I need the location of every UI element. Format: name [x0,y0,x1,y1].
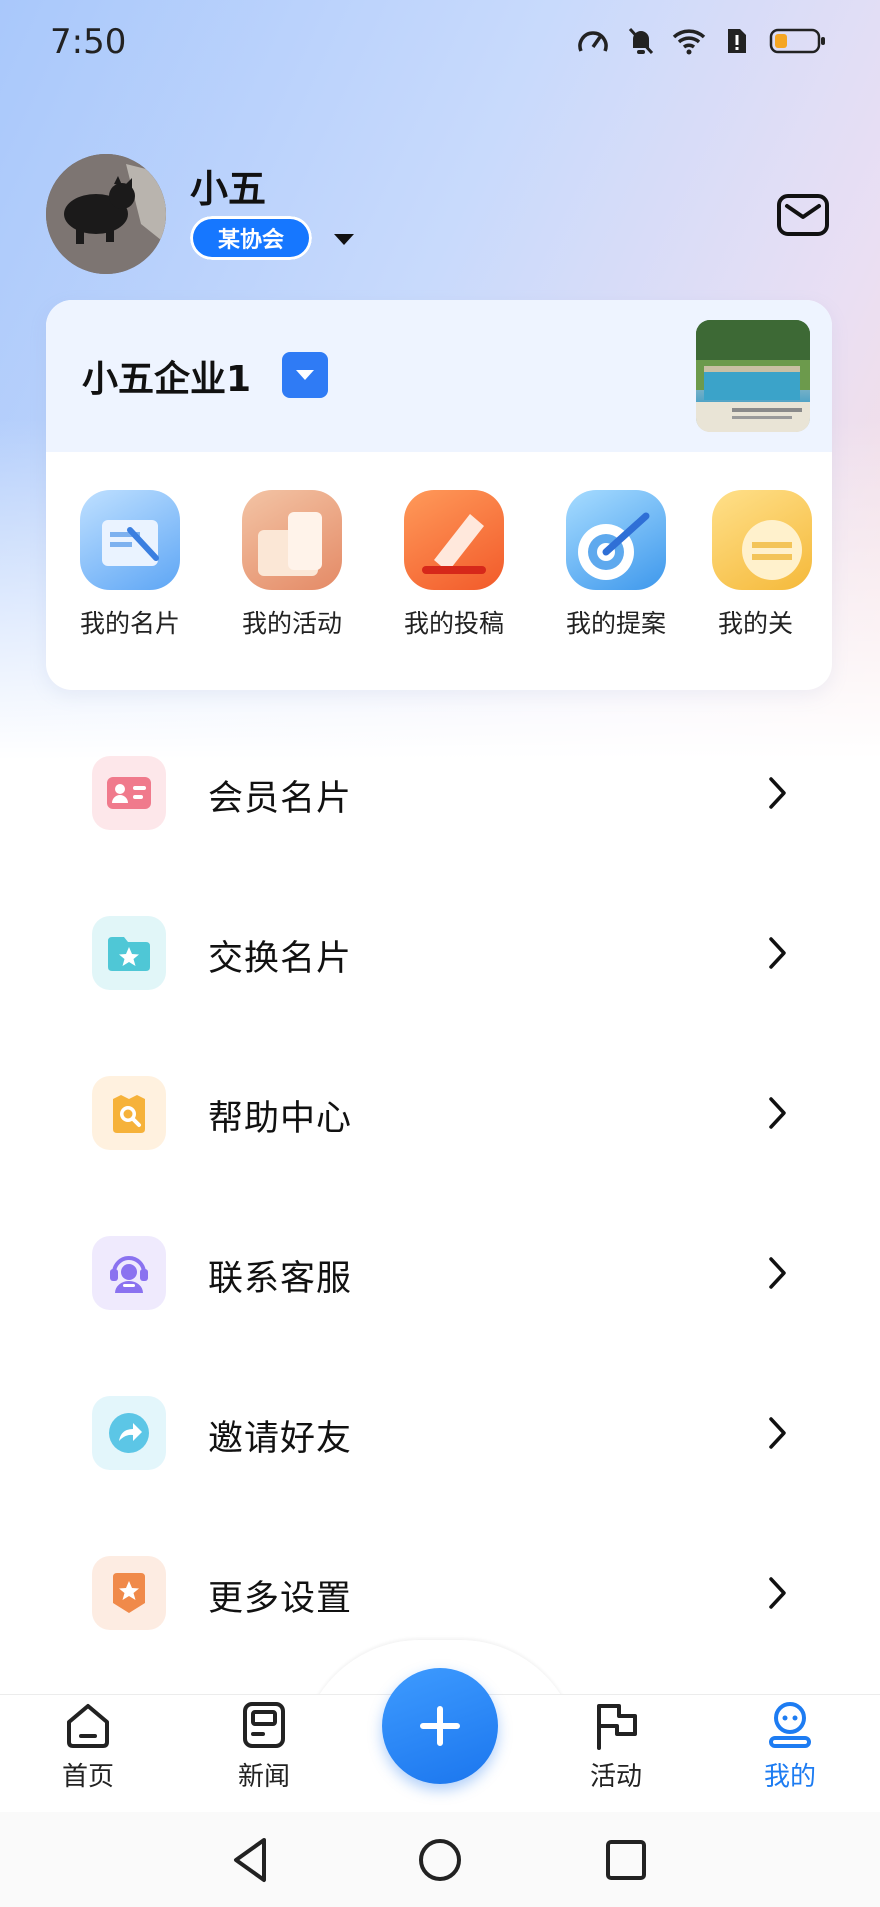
quick-my-submission[interactable]: 我的投稿 [384,490,524,640]
status-bar: 7:50 [0,0,880,86]
menu-label: 邀请好友 [208,1419,353,1459]
menu-exchange-card[interactable]: 交换名片 [0,898,880,1008]
chevron-right-icon [769,1417,786,1449]
home-icon [67,1704,109,1748]
tab-activity[interactable]: 活动 [556,1700,676,1793]
avatar-photo [46,154,166,274]
home-circle-icon[interactable] [412,1832,468,1888]
tab-news[interactable]: 新闻 [204,1700,324,1793]
chevron-right-icon [769,777,786,809]
wifi-icon [672,24,706,58]
chevron-right-icon [769,937,786,969]
quick-label: 我的提案 [565,609,666,638]
quick-my-card[interactable]: 我的名片 [60,490,200,640]
caret-down-icon[interactable] [334,234,354,245]
menu-invite-friends[interactable]: 邀请好友 [0,1378,880,1488]
menu-label: 更多设置 [208,1579,353,1619]
quick-my-activity[interactable]: 我的活动 [222,490,362,640]
quick-my-proposal[interactable]: 我的提案 [546,490,686,640]
quick-label: 我的投稿 [403,609,504,638]
system-nav-bar [0,1812,880,1907]
enterprise-card: 小五企业1 我的名片 我的活动 我的投稿 我的提案 我的关 [46,300,832,690]
customer-service-icon [92,1236,166,1310]
settings-badge-icon [92,1556,166,1630]
battery-icon [768,24,828,58]
enterprise-thumbnail[interactable] [696,320,810,432]
tab-mine[interactable]: 我的 [730,1700,850,1793]
quick-label: 我的名片 [79,609,180,638]
mute-bell-icon [624,24,658,58]
tab-label: 新闻 [237,1762,290,1792]
association-badge[interactable]: 某协会 [190,216,312,260]
chevron-right-icon [769,1257,786,1289]
menu-more-settings[interactable]: 更多设置 [0,1538,880,1648]
menu-label: 联系客服 [208,1259,353,1299]
status-icons [576,24,828,58]
speed-icon [576,24,610,58]
news-icon [243,1702,285,1748]
quick-label: 我的关 [718,609,794,638]
avatar[interactable] [46,154,166,274]
menu-member-card[interactable]: 会员名片 [0,738,880,848]
tab-home[interactable]: 首页 [28,1700,148,1793]
menu-label: 帮助中心 [208,1099,353,1139]
flag-icon [597,1704,637,1750]
status-time: 7:50 [50,22,127,62]
user-icon [769,1702,811,1748]
enterprise-header: 小五企业1 [46,300,832,452]
user-name: 小五 [190,167,267,211]
menu-help-center[interactable]: 帮助中心 [0,1058,880,1168]
folder-icon [712,490,812,590]
enterprise-name[interactable]: 小五企业1 [82,350,251,402]
target-icon [566,490,666,590]
business-card-icon [80,490,180,590]
help-search-icon [92,1076,166,1150]
add-button[interactable] [382,1668,498,1784]
menu-customer-service[interactable]: 联系客服 [0,1218,880,1328]
share-arrow-icon [92,1396,166,1470]
enterprise-dropdown-icon[interactable] [282,352,328,398]
folder-star-icon [92,916,166,990]
menu-label: 交换名片 [208,939,353,979]
quick-actions: 我的名片 我的活动 我的投稿 我的提案 我的关 [46,490,832,670]
recent-apps-icon[interactable] [598,1832,654,1888]
back-icon[interactable] [224,1832,280,1888]
tab-label: 首页 [61,1762,114,1792]
quick-my-more[interactable]: 我的关 [708,490,832,640]
tab-label: 活动 [589,1762,642,1792]
quick-label: 我的活动 [241,609,342,638]
chevron-right-icon [769,1577,786,1609]
sim-alert-icon [720,24,754,58]
mail-icon[interactable] [776,192,830,238]
activity-icon [242,490,342,590]
tab-label: 我的 [763,1762,816,1792]
menu-label: 会员名片 [208,779,353,819]
plus-icon [420,1706,460,1746]
member-card-icon [92,756,166,830]
pen-icon [404,490,504,590]
chevron-right-icon [769,1097,786,1129]
